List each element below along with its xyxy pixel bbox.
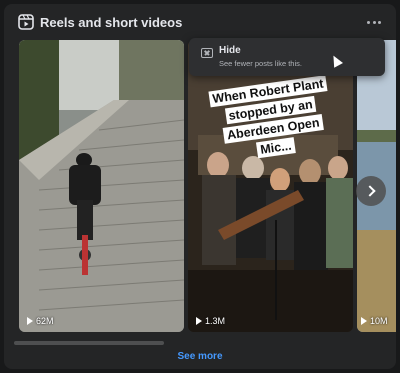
play-icon	[27, 317, 33, 325]
next-button[interactable]	[356, 176, 386, 206]
view-count: 62M	[27, 316, 54, 326]
view-count: 1.3M	[196, 316, 225, 326]
reels-card: Reels and short videos 62M When Robert P…	[4, 4, 396, 369]
hide-subtitle: See fewer posts like this.	[219, 59, 302, 68]
play-icon	[196, 317, 202, 325]
more-horizontal-icon	[367, 20, 371, 24]
hide-label: Hide	[219, 45, 241, 56]
section-title: Reels and short videos	[40, 15, 183, 30]
chevron-right-icon	[363, 185, 376, 197]
more-options-button[interactable]	[362, 12, 386, 32]
view-count: 10M	[361, 316, 388, 326]
hide-icon	[201, 48, 213, 58]
card-header: Reels and short videos	[4, 4, 396, 40]
reel-card-1[interactable]: 62M	[19, 40, 184, 332]
play-icon	[361, 317, 367, 325]
reel-thumbnail	[19, 40, 184, 332]
hide-menu-item[interactable]: Hide See fewer posts like this.	[189, 38, 385, 76]
see-more-link[interactable]: See more	[4, 351, 396, 362]
reel-card-2[interactable]: When Robert Plant stopped by an Aberdeen…	[188, 40, 353, 332]
horizontal-scrollbar[interactable]	[14, 341, 164, 345]
reels-icon	[18, 14, 34, 30]
